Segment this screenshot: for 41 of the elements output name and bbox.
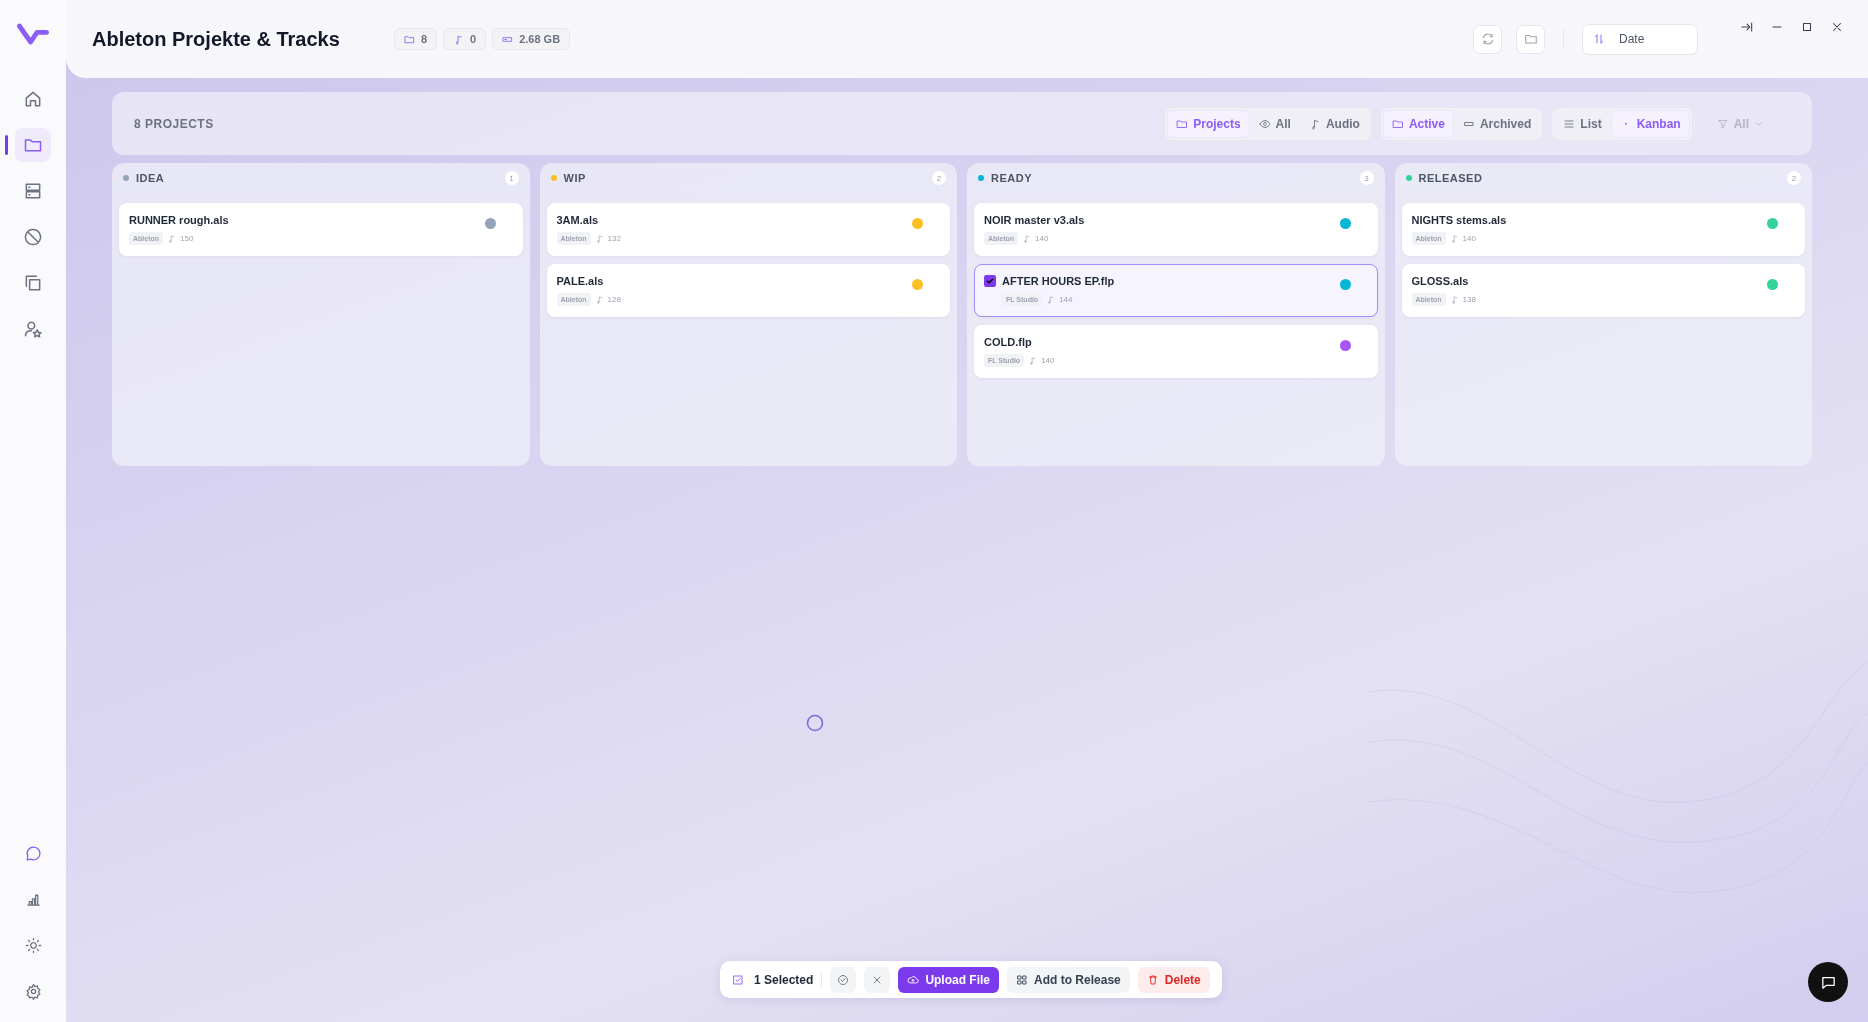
count-badge: 3 (1359, 171, 1374, 185)
page-title: Ableton Projekte & Tracks (92, 27, 340, 51)
count-badge: 2 (932, 171, 946, 185)
project-name: NOIR master v3.als (984, 214, 1085, 226)
project-name: NIGHTS stems.als (1411, 214, 1507, 226)
filter-tab[interactable]: Projects (1168, 110, 1249, 137)
filter-tab[interactable]: Archived (1454, 110, 1540, 137)
filter-tab[interactable]: Audio (1300, 110, 1368, 137)
column-title: WIP (563, 172, 587, 184)
project-name: PALE.als (556, 275, 604, 287)
column-title: IDEA (136, 172, 166, 184)
bpm-value: 128 (607, 295, 621, 304)
bpm-value: 144 (1059, 295, 1073, 304)
filter-tab[interactable]: List (1555, 110, 1610, 137)
column-title: READY (991, 172, 1033, 184)
bpm-value: 138 (1462, 295, 1476, 304)
bpm-value: 132 (607, 234, 621, 243)
bpm-value: 140 (1035, 234, 1049, 243)
count-badge: 2 (1787, 171, 1801, 185)
stat-badge: 0 (443, 28, 487, 50)
filter-tab[interactable]: All (1250, 110, 1299, 137)
column-title: RELEASED (1418, 172, 1484, 184)
sort-dropdown[interactable]: Date (1582, 23, 1698, 55)
project-name: AFTER HOURS EP.flp (1002, 275, 1115, 287)
selection-count: 1 Selected (754, 972, 814, 987)
project-name: RUNNER rough.als (129, 214, 229, 226)
filter-tab[interactable]: Kanban (1611, 110, 1689, 137)
action-button[interactable]: Delete (1137, 966, 1210, 993)
project-name: GLOSS.als (1411, 275, 1469, 287)
bpm-value: 150 (180, 234, 194, 243)
project-name: 3AM.als (556, 214, 599, 226)
bpm-value: 140 (1462, 234, 1476, 243)
bpm-value: 140 (1041, 356, 1055, 365)
action-button[interactable]: Add to Release (1007, 966, 1130, 993)
count-badge: 1 (504, 171, 519, 185)
filter-tab[interactable]: Active (1383, 110, 1453, 137)
project-count: 8 PROJECTS (134, 116, 214, 131)
stat-badge: 2.68 GB (492, 28, 571, 50)
action-button[interactable]: Upload File (898, 966, 1000, 993)
stat-badge: 8 (393, 28, 437, 50)
project-name: COLD.flp (984, 336, 1032, 348)
